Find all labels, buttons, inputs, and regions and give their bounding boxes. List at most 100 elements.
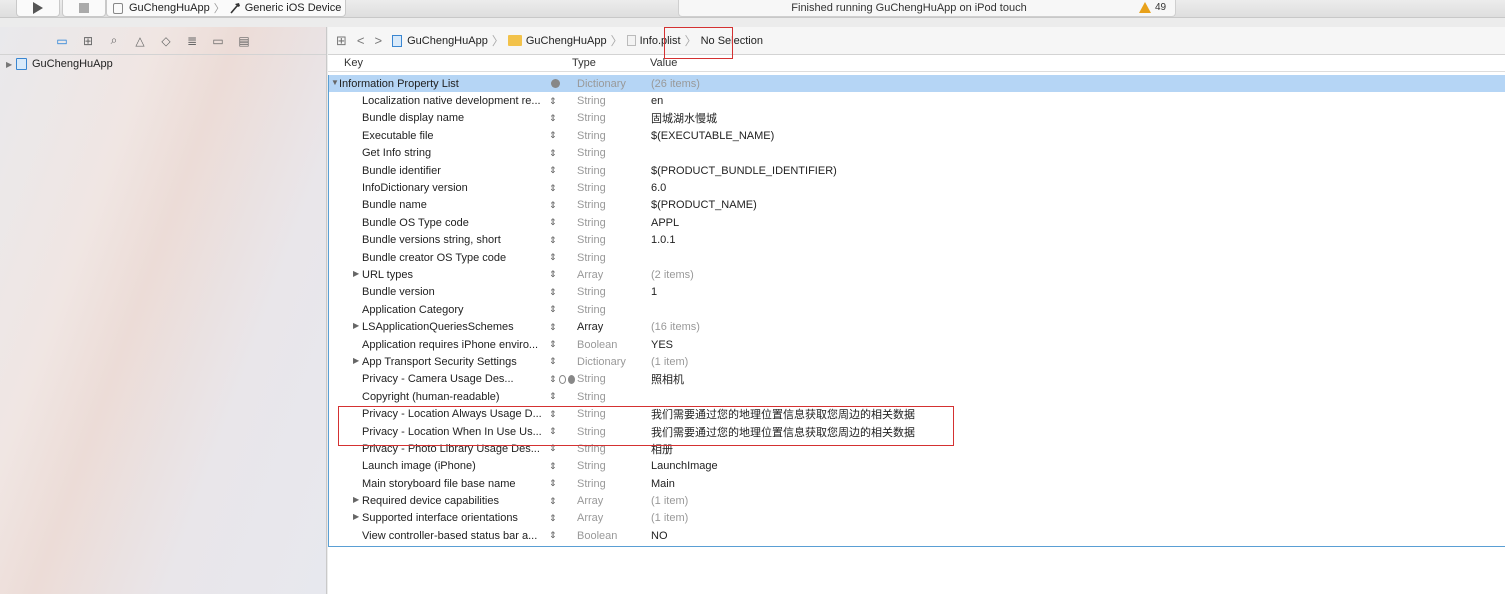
- row-controls[interactable]: ⇕: [549, 200, 575, 211]
- plist-value[interactable]: (1 item): [651, 356, 688, 368]
- plist-key[interactable]: Bundle identifier: [329, 165, 549, 177]
- plist-key[interactable]: ▶ URL types: [329, 269, 549, 281]
- disclosure-triangle-icon[interactable]: ▶: [353, 269, 359, 278]
- plist-type[interactable]: String: [575, 234, 651, 246]
- plist-key[interactable]: ▶ Supported interface orientations: [329, 512, 549, 524]
- row-controls[interactable]: ⇕: [549, 374, 575, 385]
- stepper-icon[interactable]: ⇕: [549, 200, 557, 211]
- stepper-icon[interactable]: ⇕: [549, 496, 557, 507]
- plist-row[interactable]: Launch image (iPhone) ⇕ String LaunchImage: [329, 458, 1505, 475]
- header-key[interactable]: Key: [328, 57, 566, 69]
- plist-row[interactable]: View controller-based status bar a... ⇕ Bo…: [329, 527, 1505, 544]
- plist-value[interactable]: (2 items): [651, 269, 694, 281]
- plist-value[interactable]: $(PRODUCT_BUNDLE_IDENTIFIER): [651, 165, 837, 177]
- report-icon[interactable]: ▤: [237, 34, 251, 48]
- row-controls[interactable]: ⇕: [549, 269, 575, 280]
- plist-type[interactable]: String: [575, 130, 651, 142]
- stepper-icon[interactable]: ⇕: [549, 461, 557, 472]
- warning-triangle-icon[interactable]: △: [133, 34, 147, 48]
- project-tree-item[interactable]: ▶ GuChengHuApp: [0, 55, 326, 73]
- plist-key[interactable]: Bundle name: [329, 199, 549, 211]
- plist-key[interactable]: Application requires iPhone enviro...: [329, 339, 549, 351]
- plist-value[interactable]: $(PRODUCT_NAME): [651, 199, 757, 211]
- row-controls[interactable]: ⇕: [549, 130, 575, 141]
- plist-row[interactable]: Bundle identifier ⇕ String $(PRODUCT_BUNDLE…: [329, 162, 1505, 179]
- disclosure-triangle-icon[interactable]: ▶: [6, 60, 16, 69]
- remove-item-icon[interactable]: [568, 374, 575, 384]
- row-controls[interactable]: ⇕: [549, 530, 575, 541]
- disclosure-triangle-icon[interactable]: ▶: [353, 512, 359, 521]
- row-controls[interactable]: ⇕: [549, 339, 575, 350]
- plist-value[interactable]: $(EXECUTABLE_NAME): [651, 130, 774, 142]
- add-item-icon[interactable]: [551, 79, 560, 89]
- plist-type[interactable]: Dictionary: [575, 78, 651, 90]
- plist-row[interactable]: InfoDictionary version ⇕ String 6.0: [329, 179, 1505, 196]
- plist-row[interactable]: ▼ Information Property List Dictionary (26 …: [329, 75, 1505, 93]
- plist-type[interactable]: String: [575, 199, 651, 211]
- plist-key[interactable]: Bundle version: [329, 286, 549, 298]
- plist-key[interactable]: Copyright (human-readable): [329, 391, 549, 403]
- row-controls[interactable]: ⇕: [549, 287, 575, 298]
- stepper-icon[interactable]: ⇕: [549, 269, 557, 280]
- stepper-icon[interactable]: ⇕: [549, 287, 557, 298]
- breakpoint-icon[interactable]: ▭: [211, 34, 225, 48]
- warnings-indicator[interactable]: 49: [1139, 2, 1166, 13]
- plist-key[interactable]: Bundle versions string, short: [329, 234, 549, 246]
- folder-icon[interactable]: ▭: [55, 34, 69, 48]
- stepper-icon[interactable]: ⇕: [549, 130, 557, 141]
- plist-key[interactable]: ▶ App Transport Security Settings: [329, 356, 549, 368]
- plist-type[interactable]: Array: [575, 512, 651, 524]
- plist-value[interactable]: 6.0: [651, 182, 666, 194]
- plist-type[interactable]: String: [575, 478, 651, 490]
- plist-value[interactable]: (26 items): [651, 78, 700, 90]
- back-icon[interactable]: <: [357, 33, 365, 48]
- stepper-icon[interactable]: ⇕: [549, 513, 557, 524]
- plist-type[interactable]: String: [575, 391, 651, 403]
- plist-value[interactable]: 固城湖水慢城: [651, 110, 717, 126]
- plist-value[interactable]: (1 item): [651, 495, 688, 507]
- search-icon[interactable]: ⌕: [107, 33, 121, 47]
- run-button[interactable]: [16, 0, 60, 17]
- add-item-icon[interactable]: [558, 374, 566, 384]
- plist-key[interactable]: Bundle OS Type code: [329, 217, 549, 229]
- plist-row[interactable]: Application requires iPhone enviro... ⇕ Bo…: [329, 336, 1505, 353]
- stepper-icon[interactable]: ⇕: [549, 391, 557, 402]
- plist-key[interactable]: Bundle display name: [329, 112, 549, 124]
- plist-value[interactable]: APPL: [651, 217, 679, 229]
- row-controls[interactable]: ⇕: [549, 235, 575, 246]
- stepper-icon[interactable]: ⇕: [549, 374, 557, 385]
- stepper-icon[interactable]: ⇕: [549, 217, 557, 228]
- device-name[interactable]: Generic iOS Device: [245, 2, 342, 14]
- row-controls[interactable]: ⇕: [549, 252, 575, 263]
- disclosure-triangle-icon[interactable]: ▶: [353, 356, 359, 365]
- plist-type[interactable]: String: [575, 147, 651, 159]
- plist-value[interactable]: 照相机: [651, 371, 684, 387]
- row-controls[interactable]: ⇕: [549, 322, 575, 333]
- row-controls[interactable]: ⇕: [549, 461, 575, 472]
- stepper-icon[interactable]: ⇕: [549, 183, 557, 194]
- plist-type[interactable]: String: [575, 217, 651, 229]
- plist-row[interactable]: Bundle version ⇕ String 1: [329, 284, 1505, 301]
- disclosure-triangle-icon[interactable]: ▼: [331, 78, 339, 87]
- plist-row[interactable]: ▶ URL types ⇕ Array (2 items): [329, 266, 1505, 283]
- stepper-icon[interactable]: ⇕: [549, 113, 557, 124]
- crumb-project[interactable]: GuChengHuApp: [392, 34, 488, 47]
- plist-key[interactable]: ▶ Required device capabilities: [329, 495, 549, 507]
- plist-row[interactable]: Copyright (human-readable) ⇕ String: [329, 388, 1505, 405]
- row-controls[interactable]: ⇕: [549, 217, 575, 228]
- plist-key[interactable]: Launch image (iPhone): [329, 460, 549, 472]
- plist-type[interactable]: Array: [575, 321, 651, 333]
- plist-key[interactable]: Main storyboard file base name: [329, 478, 549, 490]
- plist-row[interactable]: Localization native development re... ⇕ St…: [329, 92, 1505, 109]
- stepper-icon[interactable]: ⇕: [549, 322, 557, 333]
- plist-value[interactable]: 1: [651, 286, 657, 298]
- plist-key[interactable]: ▶ LSApplicationQueriesSchemes: [329, 321, 549, 333]
- row-controls[interactable]: ⇕: [549, 496, 575, 507]
- row-controls[interactable]: ⇕: [549, 165, 575, 176]
- plist-type[interactable]: String: [575, 373, 651, 385]
- plist-type[interactable]: String: [575, 460, 651, 472]
- plist-key[interactable]: Privacy - Camera Usage Des...: [329, 373, 549, 385]
- stepper-icon[interactable]: ⇕: [549, 356, 557, 367]
- plist-type[interactable]: Array: [575, 495, 651, 507]
- plist-row[interactable]: Bundle name ⇕ String $(PRODUCT_NAME): [329, 197, 1505, 214]
